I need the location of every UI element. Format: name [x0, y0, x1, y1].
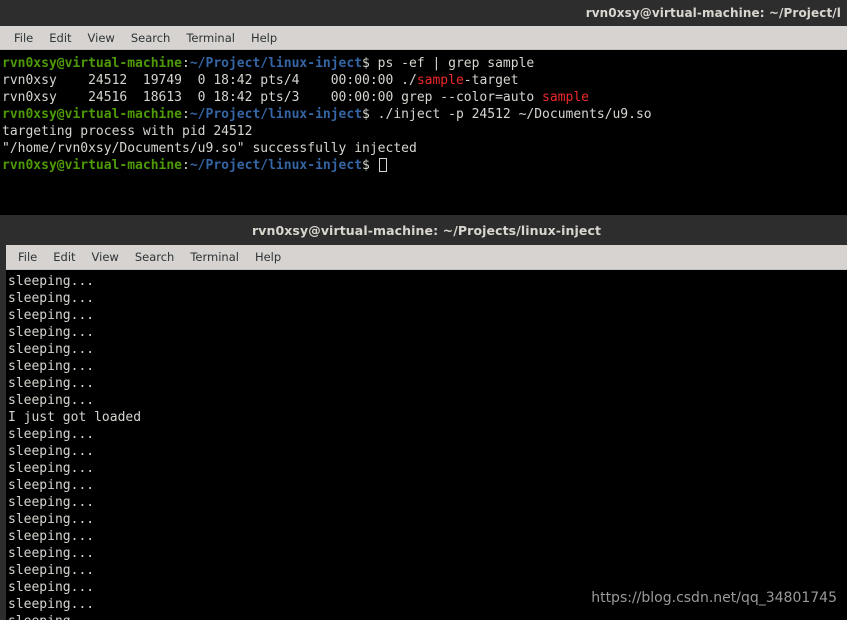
terminal-text-segment: -target: [463, 73, 519, 88]
terminal-line: sleeping...: [8, 596, 847, 613]
terminal-text-segment: rvn0xsy 24516 18613 0 18:42 pts/3 00:00:…: [2, 90, 543, 105]
terminal-output-bottom[interactable]: sleeping... sleeping... sleeping... sleepin…: [6, 270, 847, 620]
terminal-text-segment: I just got loaded: [8, 410, 142, 425]
terminal-line: sleeping...: [8, 392, 847, 409]
terminal-text-segment: sleeping...: [8, 580, 95, 595]
terminal-text-segment: sleeping...: [8, 291, 95, 306]
terminal-line: sleeping...: [8, 341, 847, 358]
terminal-window-bottom[interactable]: rvn0xsy@virtual-machine: ~/Projects/linu…: [0, 215, 847, 620]
terminal-line: sleeping...: [8, 307, 847, 324]
terminal-line: sleeping...: [8, 460, 847, 477]
menubar-bottom[interactable]: File Edit View Search Terminal Help: [6, 245, 847, 270]
terminal-text-segment: sleeping...: [8, 427, 95, 442]
terminal-text-segment: ~/Project/linux-inject: [189, 107, 363, 122]
terminal-line: sleeping...: [8, 426, 847, 443]
terminal-cursor: [378, 158, 387, 172]
terminal-text-segment: rvn0xsy@virtual-machine: [2, 158, 183, 173]
terminal-text-segment: sleeping...: [8, 495, 95, 510]
menu-item-file[interactable]: File: [6, 29, 41, 47]
terminal-line: I just got loaded: [8, 409, 847, 426]
terminal-text-segment: targeting process with pid 24512: [2, 124, 253, 139]
menu-item-help[interactable]: Help: [243, 29, 285, 47]
terminal-line: sleeping...: [8, 443, 847, 460]
terminal-line: rvn0xsy@virtual-machine:~/Project/linux-…: [2, 55, 847, 72]
terminal-line: rvn0xsy@virtual-machine:~/Project/linux-…: [2, 106, 847, 123]
terminal-text-segment: sleeping...: [8, 444, 95, 459]
terminal-output-top[interactable]: rvn0xsy@virtual-machine:~/Project/linux-…: [0, 50, 847, 215]
menu-item-edit[interactable]: Edit: [41, 29, 79, 47]
terminal-line: sleeping...: [8, 528, 847, 545]
terminal-text-segment: ~/Project/linux-inject: [189, 158, 363, 173]
titlebar-bottom[interactable]: rvn0xsy@virtual-machine: ~/Projects/linu…: [6, 215, 847, 245]
window-title-bottom: rvn0xsy@virtual-machine: ~/Projects/linu…: [251, 222, 602, 238]
terminal-text-segment: ~/Project/linux-inject: [189, 56, 363, 71]
terminal-text-segment: sample: [416, 73, 464, 88]
terminal-text-segment: sleeping...: [8, 546, 95, 561]
terminal-text-segment: sleeping...: [8, 529, 95, 544]
terminal-text-segment: sample: [542, 90, 590, 105]
terminal-text-segment: $: [362, 158, 378, 173]
terminal-line: sleeping...: [8, 477, 847, 494]
terminal-text-segment: sleeping...: [8, 359, 95, 374]
menu-item-search[interactable]: Search: [127, 248, 183, 266]
terminal-line: sleeping...: [8, 562, 847, 579]
terminal-window-top[interactable]: rvn0xsy@virtual-machine: ~/Project/l Fil…: [0, 0, 847, 215]
terminal-line: sleeping...: [8, 273, 847, 290]
terminal-text-segment: sleeping...: [8, 325, 95, 340]
terminal-line: sleeping...: [8, 613, 847, 620]
menu-item-terminal[interactable]: Terminal: [178, 29, 243, 47]
terminal-text-segment: :: [182, 107, 190, 122]
terminal-line: sleeping...: [8, 511, 847, 528]
titlebar-top[interactable]: rvn0xsy@virtual-machine: ~/Project/l: [0, 0, 847, 26]
terminal-text-segment: sleeping...: [8, 342, 95, 357]
terminal-text-segment: sleeping...: [8, 274, 95, 289]
terminal-text-segment: sleeping...: [8, 308, 95, 323]
menu-item-file[interactable]: File: [10, 248, 45, 266]
terminal-text-segment: :: [182, 158, 190, 173]
menu-item-view[interactable]: View: [80, 29, 123, 47]
terminal-text-segment: sleeping...: [8, 478, 95, 493]
terminal-text-segment: rvn0xsy 24512 19749 0 18:42 pts/4 00:00:…: [2, 73, 417, 88]
terminal-text-segment: sleeping...: [8, 461, 95, 476]
terminal-text-segment: :: [182, 56, 190, 71]
terminal-line: sleeping...: [8, 545, 847, 562]
terminal-text-segment: sleeping...: [8, 597, 95, 612]
terminal-text-segment: sleeping...: [8, 393, 95, 408]
menubar-top[interactable]: File Edit View Search Terminal Help: [0, 26, 847, 50]
terminal-text-segment: rvn0xsy@virtual-machine: [2, 107, 183, 122]
terminal-line: sleeping...: [8, 579, 847, 596]
menu-item-terminal[interactable]: Terminal: [182, 248, 247, 266]
terminal-line: "/home/rvn0xsy/Documents/u9.so" successf…: [2, 140, 847, 157]
terminal-line: sleeping...: [8, 375, 847, 392]
terminal-text-segment: sleeping...: [8, 563, 95, 578]
menu-item-edit[interactable]: Edit: [45, 248, 83, 266]
terminal-text-segment: rvn0xsy@virtual-machine: [2, 56, 183, 71]
menu-item-view[interactable]: View: [84, 248, 127, 266]
terminal-text-segment: "/home/rvn0xsy/Documents/u9.so" successf…: [2, 141, 417, 156]
terminal-text-segment: $ ps -ef | grep sample: [362, 56, 535, 71]
terminal-line: rvn0xsy@virtual-machine:~/Project/linux-…: [2, 157, 847, 174]
terminal-text-segment: sleeping...: [8, 376, 95, 391]
terminal-text-segment: $ ./inject -p 24512 ~/Documents/u9.so: [362, 107, 652, 122]
terminal-text-segment: sleeping...: [8, 512, 95, 527]
terminal-line: sleeping...: [8, 324, 847, 341]
menu-item-help[interactable]: Help: [247, 248, 289, 266]
terminal-line: sleeping...: [8, 358, 847, 375]
terminal-line: rvn0xsy 24516 18613 0 18:42 pts/3 00:00:…: [2, 89, 847, 106]
terminal-line: rvn0xsy 24512 19749 0 18:42 pts/4 00:00:…: [2, 72, 847, 89]
terminal-line: sleeping...: [8, 290, 847, 307]
terminal-line: targeting process with pid 24512: [2, 123, 847, 140]
menu-item-search[interactable]: Search: [123, 29, 179, 47]
window-title-top: rvn0xsy@virtual-machine: ~/Project/l: [585, 6, 841, 20]
terminal-text-segment: sleeping...: [8, 614, 94, 620]
terminal-line: sleeping...: [8, 494, 847, 511]
